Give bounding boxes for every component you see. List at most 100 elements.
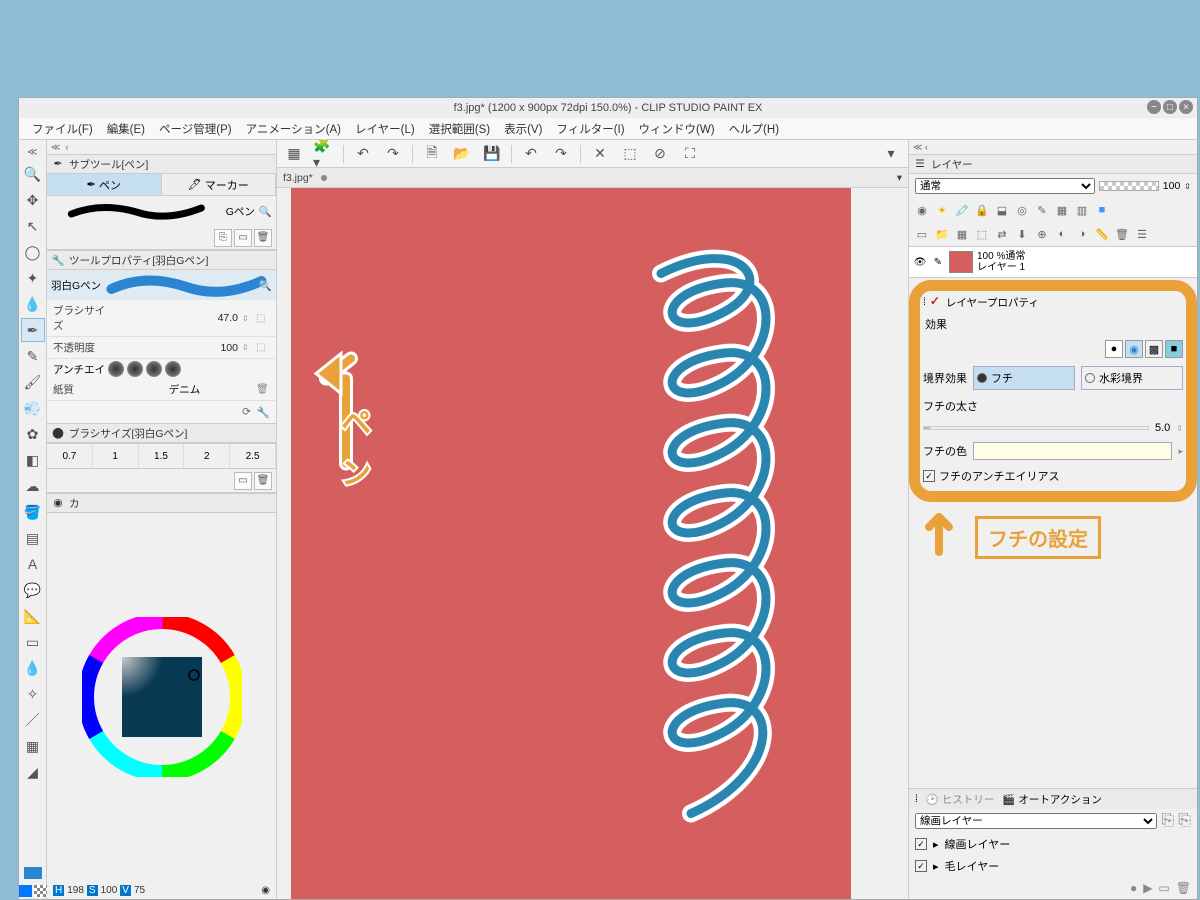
undo-icon[interactable]: ↶ [520,143,542,165]
new-frame-icon[interactable]: ⬚ [973,225,991,243]
preset-add-icon[interactable]: ▭ [234,472,252,490]
color-cycle-icon[interactable]: ◉ [261,885,270,896]
canvas-area[interactable]: ペ ン [277,188,908,899]
aa-check[interactable]: ✓ [915,838,927,850]
spinner-icon[interactable]: ⟳ [242,406,251,418]
paper-value[interactable]: デニム [117,382,252,397]
tool-airbrush-icon[interactable]: 💨 [21,396,45,420]
deselect-icon[interactable]: ⊘ [649,143,671,165]
new-layer-icon[interactable]: ▭ [913,225,931,243]
menu-select[interactable]: 選択範囲(S) [422,121,497,137]
layer-clip-icon[interactable]: ⬓ [993,201,1011,219]
menu-filter[interactable]: フィルター(I) [549,121,631,137]
tool-blend-icon[interactable]: ☁ [21,474,45,498]
apply-mask-icon[interactable]: ◑ [1073,225,1091,243]
brush-size-value[interactable]: 47.0 [200,312,238,324]
search-icon[interactable]: 🔍 [259,279,272,292]
tool-eraser-icon[interactable]: ◧ [21,448,45,472]
visibility-icon[interactable]: 👁 [913,257,927,268]
autoaction-set-select[interactable]: 線画レイヤー [915,813,1157,829]
layer-mask-icon[interactable]: ▦ [1053,201,1071,219]
menu-file[interactable]: ファイル(F) [25,121,100,137]
assets-icon[interactable]: 🧩▾ [313,143,335,165]
autoaction-item-0[interactable]: ✓ ▸ 線画レイヤー [909,833,1197,855]
tool-operation-icon[interactable]: ↖ [21,214,45,238]
transform-icon[interactable]: ⛶ [679,143,701,165]
menu-animation[interactable]: アニメーション(A) [239,121,348,137]
preset-0[interactable]: 0.7 [47,444,93,468]
layer-item[interactable]: 👁 ✎ 100 %通常 レイヤー 1 [909,247,1197,277]
layer-color-icon[interactable]: ◉ [913,201,931,219]
grid-icon[interactable]: ▦ [283,143,305,165]
preset-2[interactable]: 1.5 [139,444,185,468]
tool-frame-icon[interactable]: ▭ [21,630,45,654]
panel-nav-left[interactable]: ≪ ‹ [51,142,68,153]
border-opt-fuchi[interactable]: フチ [973,366,1075,390]
border-aa-checkbox[interactable]: ✓ [923,470,935,482]
document-tab[interactable]: f3.jpg* [283,172,313,184]
redo-stroke-icon[interactable]: ↷ [382,143,404,165]
subtool-delete-icon[interactable]: 🗑 [254,229,272,247]
search-icon[interactable]: 🔍 [259,205,272,218]
tool-balloon-icon[interactable]: 💬 [21,578,45,602]
brush-size-link-icon[interactable]: ⬚ [256,313,270,324]
layer-draft-icon[interactable]: ✎ [1033,201,1051,219]
blend-mode-select[interactable]: 通常 [915,178,1095,194]
menu-view[interactable]: 表示(V) [497,121,549,137]
tool-move-icon[interactable]: ✥ [21,188,45,212]
opacity-link-icon[interactable]: ⬚ [256,342,270,353]
tool-deco-icon[interactable]: ✿ [21,422,45,446]
undo-stroke-icon[interactable]: ↶ [352,143,374,165]
aa-option-1[interactable] [108,361,124,377]
save-icon[interactable]: 💾 [481,143,503,165]
effect-none-icon[interactable]: ● [1105,340,1123,358]
aa-option-2[interactable] [127,361,143,377]
aa-check[interactable]: ✓ [915,860,927,872]
preset-1[interactable]: 1 [93,444,139,468]
autoaction-item-1[interactable]: ✓ ▸ 毛レイヤー [909,855,1197,877]
tool-pencil-icon[interactable]: ✎ [21,344,45,368]
preset-delete-icon[interactable]: 🗑 [254,472,272,490]
panel-handle-icon[interactable]: ⁞ [915,793,918,805]
menu-layer[interactable]: レイヤー(L) [348,121,422,137]
autoaction-tab[interactable]: 🎬 オートアクション [1002,792,1101,807]
new-icon[interactable]: 🗎 [421,143,443,165]
tool-zoom-icon[interactable]: 🔍 [21,162,45,186]
new-folder-icon[interactable]: 📁 [933,225,951,243]
layer-ruler-icon[interactable]: ▥ [1073,201,1091,219]
aa-expand-icon[interactable]: ▸ [933,838,939,851]
delete-layer-icon[interactable]: 🗑 [1113,225,1131,243]
layer-mark-icon[interactable]: ✦ [933,201,951,219]
opacity-value[interactable]: 100 [200,342,238,354]
tool-fill-icon[interactable]: 🪣 [21,500,45,524]
transfer-icon[interactable]: ⇄ [993,225,1011,243]
layer-opacity-value[interactable]: 100 [1163,180,1181,192]
layer-ref-icon[interactable]: ◎ [1013,201,1031,219]
ruler2-icon[interactable]: 📏 [1093,225,1111,243]
foreground-color-swatch[interactable] [24,867,42,879]
maximize-button[interactable]: □ [1163,100,1177,114]
effect-border-icon[interactable]: ◉ [1125,340,1143,358]
select-all-icon[interactable]: ⬚ [619,143,641,165]
tool-gradient-icon[interactable]: ▤ [21,526,45,550]
doc-dropdown-icon[interactable]: ▾ [897,172,902,184]
tool-eyedrop-icon[interactable]: 💧 [21,292,45,316]
menu-edit[interactable]: 編集(E) [100,121,152,137]
layer-lock-icon[interactable]: 🔒 [973,201,991,219]
subtool-new-icon[interactable]: ▭ [234,229,252,247]
menu-page[interactable]: ページ管理(P) [152,121,239,137]
tool-3d-icon[interactable]: ▦ [21,734,45,758]
aa-copy2-icon[interactable]: ⎘ [1178,812,1191,830]
tool-marquee-icon[interactable]: ◯ [21,240,45,264]
preset-3[interactable]: 2 [184,444,230,468]
tool-text-icon[interactable]: A [21,552,45,576]
panel-nav-left[interactable]: ≪ ‹ [913,142,928,153]
swap-color-icon[interactable] [19,885,32,897]
subtool-tab-pen[interactable]: ✒ペン [47,174,162,195]
merge-icon[interactable]: ⬇ [1013,225,1031,243]
new-tone-icon[interactable]: ▦ [953,225,971,243]
dropdown-icon[interactable]: ▾ [880,143,902,165]
close-button[interactable]: × [1179,100,1193,114]
thickness-slider[interactable] [923,426,1149,430]
aa-new-icon[interactable]: ▭ [1158,881,1169,895]
